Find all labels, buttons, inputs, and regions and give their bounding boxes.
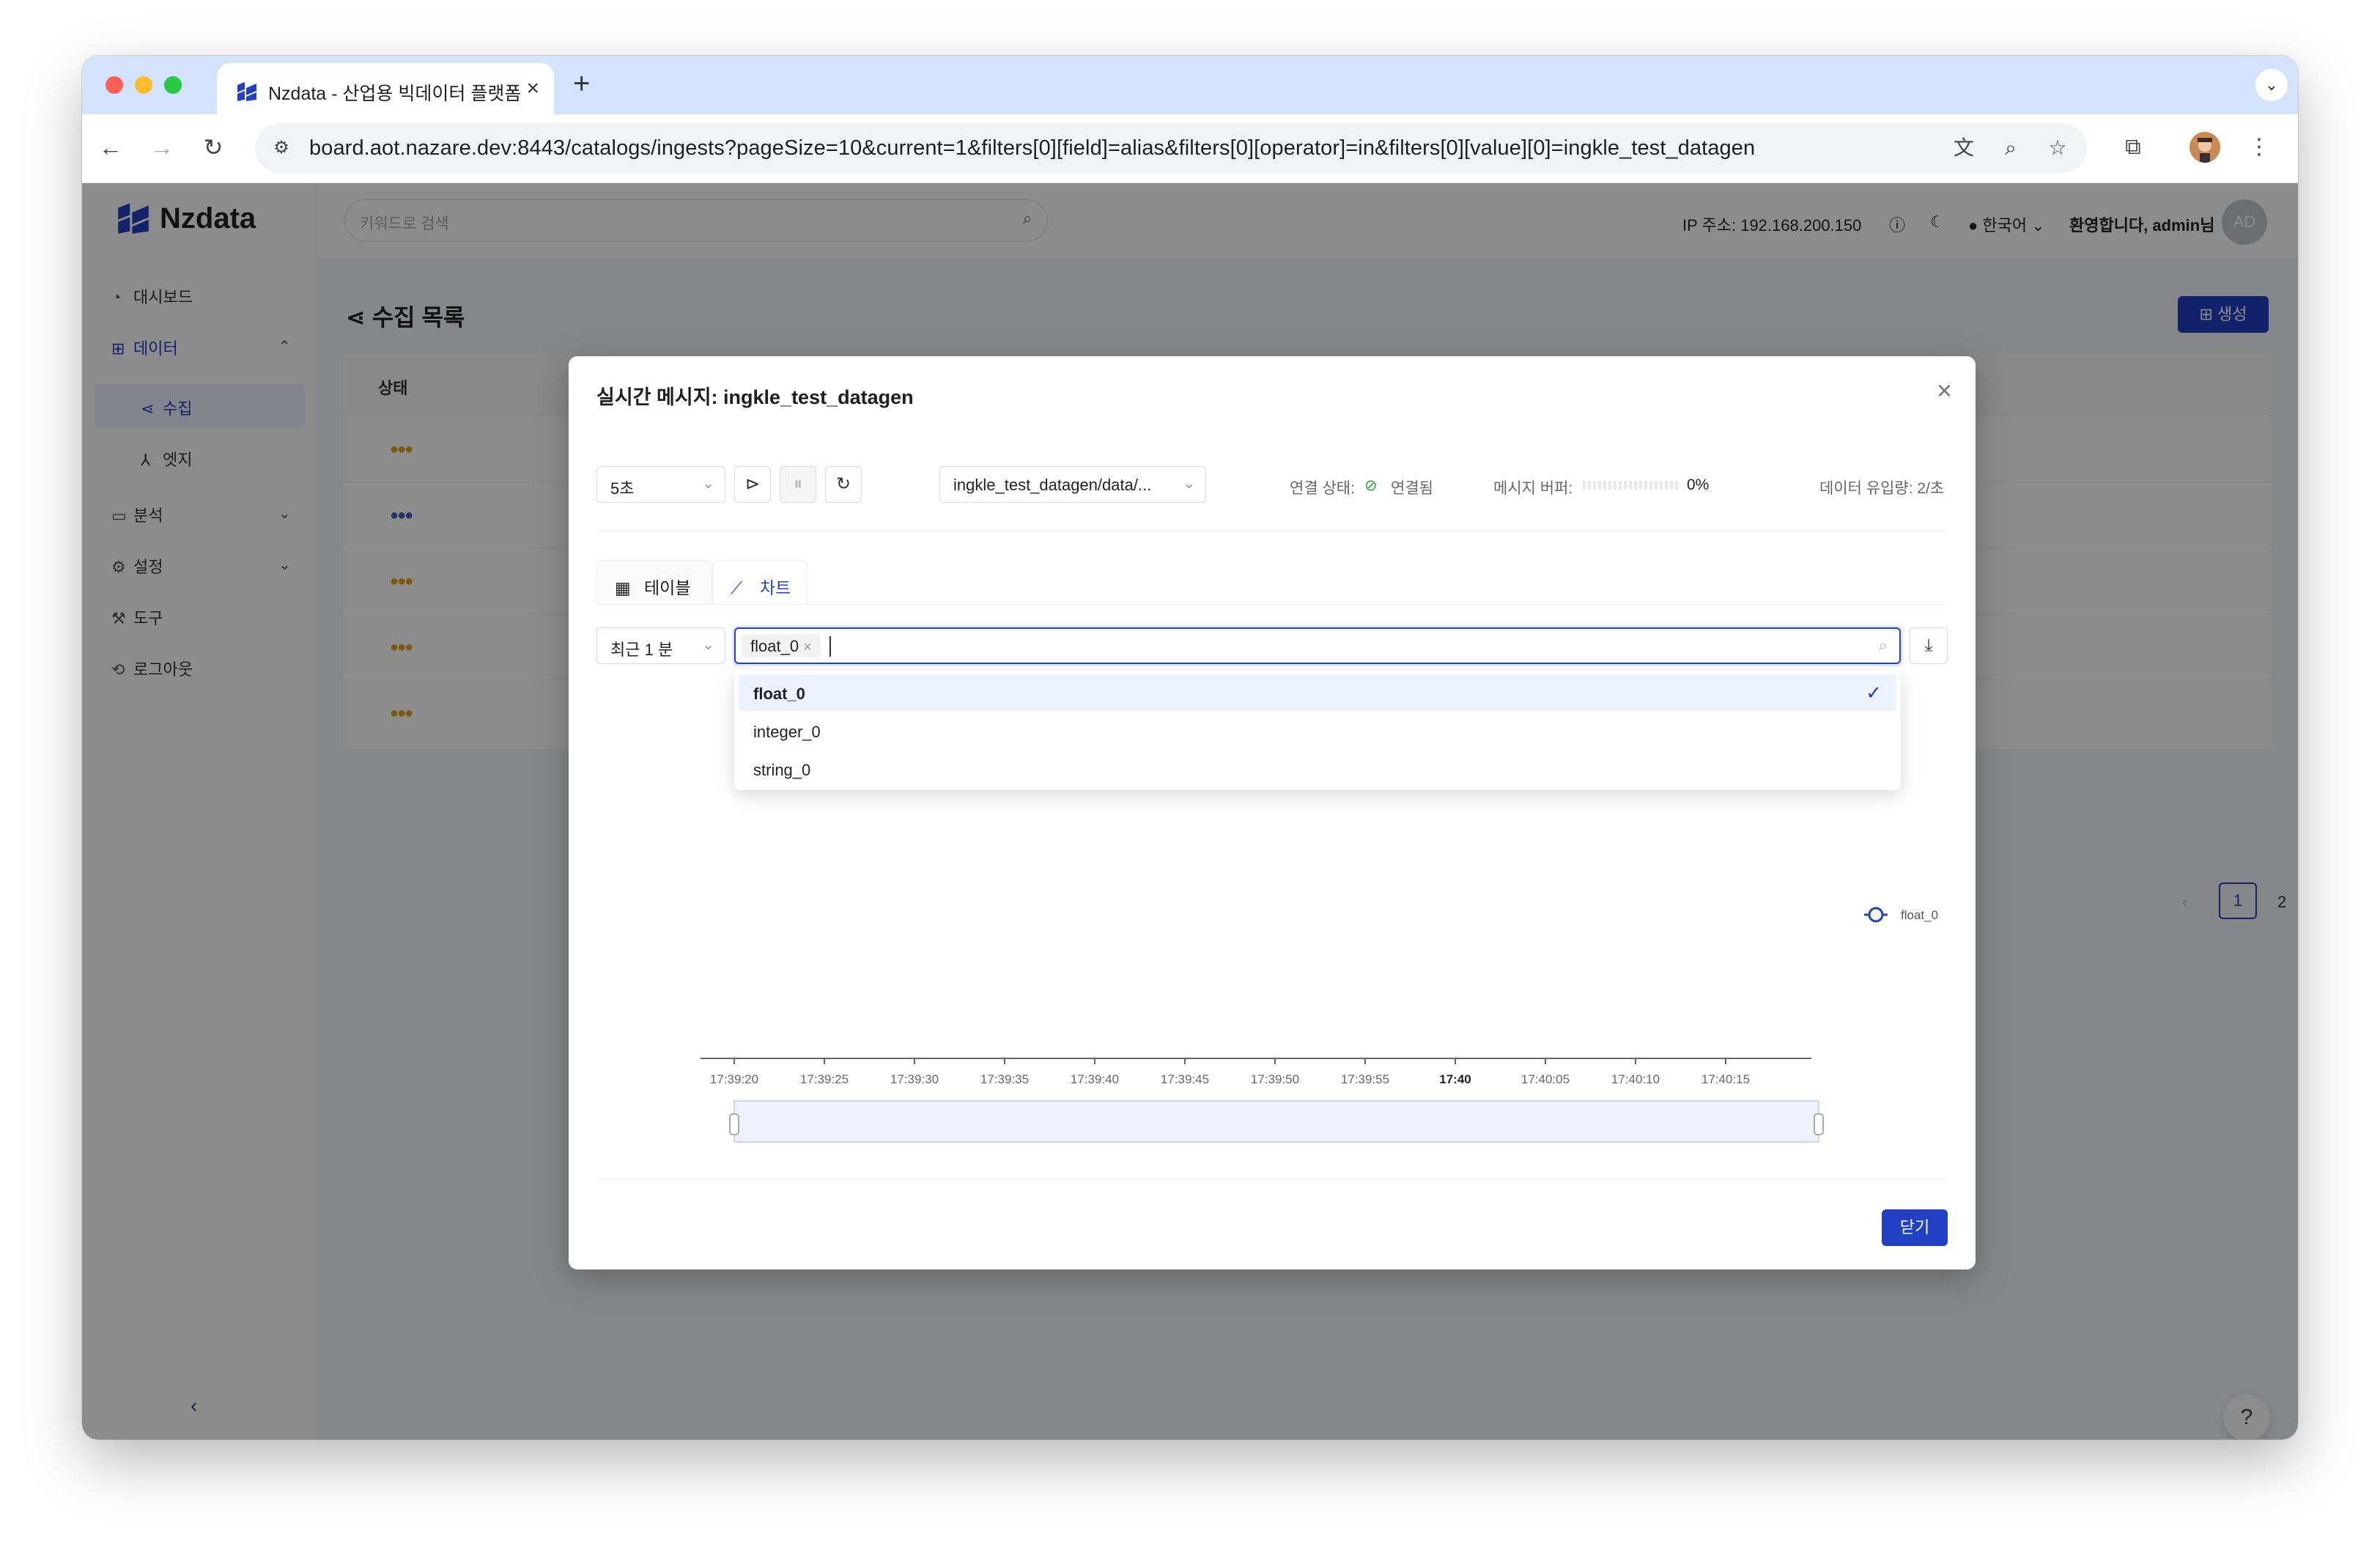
close-button[interactable]: 닫기 xyxy=(1882,1209,1948,1246)
legend-label: float_0 xyxy=(1901,908,1938,922)
x-tick-label: 17:39:35 xyxy=(980,1072,1029,1086)
slider-handle-left[interactable] xyxy=(729,1113,739,1135)
realtime-message-modal: 실시간 메시지: ingkle_test_datagen × 5초 ⌄ ⊳ ⏸ ↻… xyxy=(569,356,1976,1269)
data-zoom-slider[interactable] xyxy=(733,1100,1819,1143)
site-info-icon[interactable]: ⚙ xyxy=(265,132,298,164)
x-tick-label: 17:40:10 xyxy=(1611,1072,1660,1086)
translate-icon[interactable]: 文 xyxy=(1951,135,1977,161)
x-tick-label: 17:39:25 xyxy=(800,1072,849,1086)
browser-window: Nzdata - 산업용 빅데이터 플랫폼 × + ⌄ ← → ↻ ⚙ boar… xyxy=(82,56,2298,1440)
tab-strip: Nzdata - 산업용 빅데이터 플랫폼 × + ⌄ xyxy=(82,56,2298,114)
option-label: integer_0 xyxy=(753,723,821,741)
reload-icon[interactable]: ↻ xyxy=(195,129,232,166)
address-bar[interactable]: ⚙ board.aot.nazare.dev:8443/catalogs/ing… xyxy=(255,123,2087,173)
nzdata-favicon-icon xyxy=(237,82,256,101)
browser-toolbar: ← → ↻ ⚙ board.aot.nazare.dev:8443/catalo… xyxy=(82,114,2298,183)
close-icon[interactable]: × xyxy=(526,76,539,101)
more-menu-icon[interactable]: ⋮ xyxy=(2242,130,2276,164)
browser-tab[interactable]: Nzdata - 산업용 빅데이터 플랫폼 × xyxy=(217,63,554,114)
profile-avatar[interactable] xyxy=(2189,132,2220,163)
chart-legend[interactable]: float_0 xyxy=(1864,907,1938,923)
x-tick-label: 17:40:05 xyxy=(1521,1072,1570,1086)
x-tick-label: 17:39:45 xyxy=(1161,1072,1209,1086)
check-icon: ✓ xyxy=(1866,682,1882,704)
chevron-down-icon[interactable]: ⌄ xyxy=(2255,69,2288,101)
forward-icon[interactable]: → xyxy=(144,129,180,166)
legend-marker xyxy=(1868,907,1884,923)
slider-handle-right[interactable] xyxy=(1814,1113,1824,1135)
extensions-icon[interactable]: ⧉ xyxy=(2116,130,2150,164)
option-label: float_0 xyxy=(753,685,805,703)
tab-title: Nzdata - 산업용 빅데이터 플랫폼 xyxy=(268,84,522,104)
option-integer-0[interactable]: integer_0 xyxy=(739,712,1896,749)
option-string-0[interactable]: string_0 xyxy=(739,751,1896,787)
back-icon[interactable]: ← xyxy=(92,129,129,166)
x-tick-label: 17:40 xyxy=(1439,1072,1471,1086)
x-tick-label: 17:39:20 xyxy=(710,1072,758,1086)
option-label: string_0 xyxy=(753,761,811,779)
close-window-button[interactable] xyxy=(106,76,123,94)
zoom-window-button[interactable] xyxy=(164,76,182,94)
option-float-0[interactable]: float_0 ✓ xyxy=(739,674,1896,711)
realtime-chart[interactable]: float_0 17:39:20 17:39:25 17:39:30 17:39:35… xyxy=(569,356,1976,1269)
bookmark-star-icon[interactable]: ☆ xyxy=(2044,135,2071,161)
url-text[interactable]: board.aot.nazare.dev:8443/catalogs/inges… xyxy=(309,136,1755,161)
new-tab-icon[interactable]: + xyxy=(573,67,590,100)
x-tick-label: 17:39:50 xyxy=(1251,1072,1299,1086)
field-options-dropdown: float_0 ✓ integer_0 string_0 xyxy=(734,670,1901,790)
minimize-window-button[interactable] xyxy=(135,76,152,94)
x-tick-label: 17:39:30 xyxy=(890,1072,939,1086)
x-tick-label: 17:39:55 xyxy=(1341,1072,1389,1086)
x-tick-label: 17:40:15 xyxy=(1701,1072,1750,1086)
x-tick-label: 17:39:40 xyxy=(1071,1072,1119,1086)
zoom-icon[interactable]: ⌕ xyxy=(1998,135,2024,161)
